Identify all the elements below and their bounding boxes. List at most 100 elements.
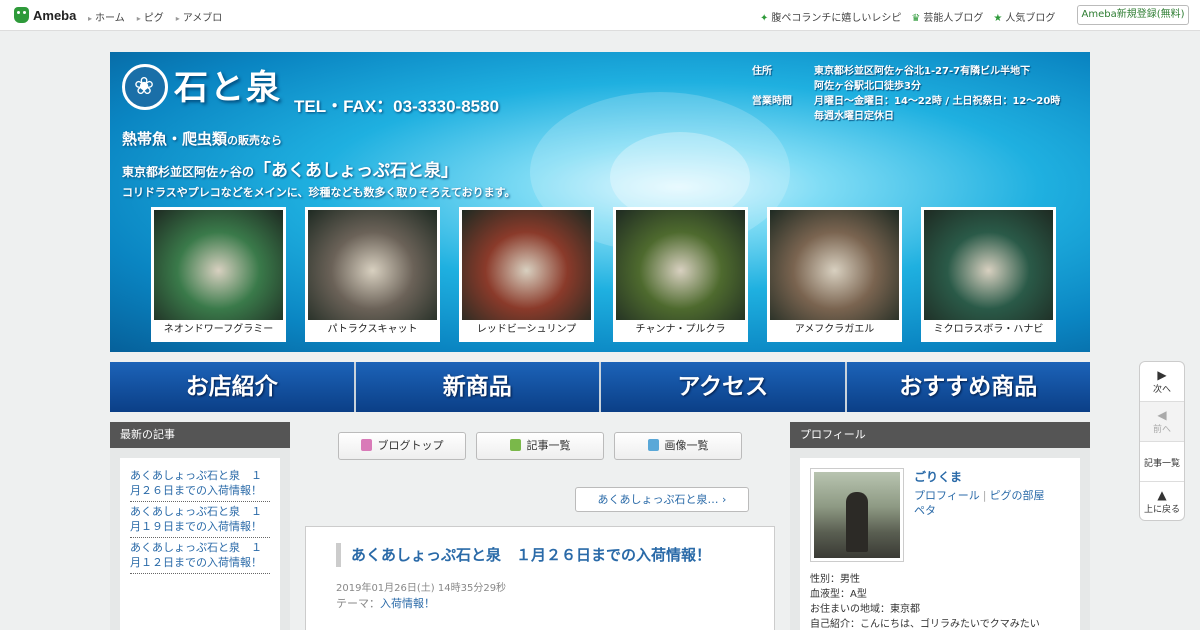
profile-avatar[interactable] [810, 468, 904, 562]
recent-entry-link[interactable]: あくあしょっぷ石と泉 １月１９日までの入荷情報！ [130, 502, 270, 538]
photo-caption: ネオンドワーフグラミー [163, 324, 274, 335]
popular-blog-label: 人気ブログ [1005, 13, 1056, 24]
back-to-top-button[interactable]: ▲ 上に戻る [1140, 482, 1184, 522]
hours-line-2: 毎週水曜日定休日 [814, 111, 894, 122]
nav-shop-intro[interactable]: お店紹介 [110, 362, 354, 412]
signup-button[interactable]: Ameba新規登録(無料) [1077, 5, 1189, 25]
profile-name[interactable]: ごりくま [914, 468, 962, 485]
shrimp-photo [462, 210, 591, 320]
document-icon [360, 439, 372, 451]
recent-entry-link[interactable]: あくあしょっぷ石と泉 １月２６日までの入荷情報！ [130, 466, 270, 502]
photo-card[interactable]: ネオンドワーフグラミー [151, 207, 286, 342]
profile-panel: ごりくま プロフィール | ピグの部屋 ペタ 性別：男性 血液型：A型 お住まいの地… [790, 448, 1090, 630]
recent-entries-panel: あくあしょっぷ石と泉 １月２６日までの入荷情報！ あくあしょっぷ石と泉 １月１９… [110, 448, 290, 630]
photo-card[interactable]: アメフクラガエル [767, 207, 902, 342]
shop-name: 石と泉 [174, 68, 282, 108]
article-theme: テーマ：入荷情報！ [336, 595, 435, 611]
header-links: ✦ 腹ペコランチに嬉しいレシピ ♛ 芸能人ブログ ★ 人気ブログ [760, 9, 1055, 24]
blog-name-button[interactable]: あくあしょっぷ石と泉… › [575, 487, 749, 512]
prev-entry-button[interactable]: ◀ 前へ [1140, 402, 1184, 442]
fish-photo [616, 210, 745, 320]
recipe-link-label: 腹ペコランチに嬉しいレシピ [771, 13, 902, 24]
image-list-button[interactable]: 画像一覧 [614, 432, 742, 460]
play-right-icon: ▶ [1157, 368, 1167, 382]
celebrity-blog-link[interactable]: ♛ 芸能人ブログ [911, 9, 983, 24]
address-line-2: 阿佐ヶ谷駅北口徒歩3分 [814, 81, 921, 92]
profile-link[interactable]: プロフィール [914, 489, 980, 502]
recent-entries-heading: 最新の記事 [110, 422, 290, 448]
camera-icon [647, 439, 659, 451]
profile-heading: プロフィール [790, 422, 1090, 448]
back-to-top-label: 上に戻る [1143, 505, 1180, 515]
address-line-1: 東京都杉並区阿佐ヶ谷北1-27-7有隣ビル半地下 [814, 66, 1031, 77]
pigg-room-link[interactable]: ピグの部屋 [990, 489, 1045, 502]
chevron-right-icon: › [722, 493, 727, 506]
article-title[interactable]: あくあしょっぷ石と泉 １月２６日までの入荷情報！ [336, 543, 711, 567]
profile-intro: 自己紹介：こんにちは、ゴリラみたいでクマみたい [810, 619, 1040, 630]
catch-main-suffix: の販売なら [227, 134, 283, 147]
recipe-link[interactable]: ✦ 腹ペコランチに嬉しいレシピ [760, 9, 901, 24]
nav-pigg-link[interactable]: ピグ [137, 9, 164, 24]
triangle-up-icon: ▲ [1157, 488, 1167, 502]
profile-region: お住まいの地域：東京都 [810, 604, 920, 615]
photo-caption: レッドビーシュリンプ [476, 324, 577, 335]
popular-blog-link[interactable]: ★ 人気ブログ [993, 9, 1055, 24]
blog-tools: ブログトップ 記事一覧 画像一覧 [338, 432, 742, 460]
prev-label: 前へ [1152, 425, 1171, 435]
theme-label: テーマ： [336, 597, 380, 610]
shop-nav: お店紹介 新商品 アクセス おすすめ商品 [110, 362, 1090, 412]
photo-card[interactable]: ミクロラスボラ・ハナビ [921, 207, 1056, 342]
catch-sub: 東京都杉並区阿佐ヶ谷の「あくあしょっぷ石と泉」 [122, 156, 458, 181]
catch-main-text: 熱帯魚・爬虫類 [122, 130, 228, 148]
shop-emblem-icon [122, 64, 168, 110]
catch-sub-prefix: 東京都杉並区阿佐ヶ谷の [122, 165, 255, 179]
photo-card[interactable]: レッドビーシュリンプ [459, 207, 594, 342]
nav-new-items[interactable]: 新商品 [355, 362, 599, 412]
blog-top-label: ブログトップ [377, 439, 444, 452]
hours-line-1: 月曜日～金曜日：14～22時 / 土日祝祭日：12～20時 [814, 96, 1061, 107]
page-nav-float: ▶ 次へ ◀ 前へ 記事一覧 ▲ 上に戻る [1139, 361, 1185, 521]
photo-caption: パトラクスキャット [327, 324, 418, 335]
crown-icon: ♛ [911, 13, 921, 24]
avatar-photo [814, 472, 900, 558]
frog-photo [770, 210, 899, 320]
peta-link[interactable]: ペタ [914, 504, 936, 517]
sparkle-icon: ✦ [760, 13, 769, 24]
celebrity-blog-label: 芸能人ブログ [923, 13, 984, 24]
list-icon [509, 439, 521, 451]
profile-blood-type: 血液型：A型 [810, 589, 867, 600]
photo-caption: ミクロラスボラ・ハナビ [933, 324, 1044, 335]
hours-label: 営業時間 [752, 96, 792, 107]
ameba-header: Ameba ホーム ピグ アメブロ ✦腹ペコランチに嬉しいレシピ ♛芸能人ブログ… [0, 0, 1200, 31]
photo-card[interactable]: チャンナ・プルクラ [613, 207, 748, 342]
nav-ameblo-link[interactable]: アメブロ [176, 9, 223, 24]
theme-link[interactable]: 入荷情報！ [380, 597, 435, 610]
nav-recommended[interactable]: おすすめ商品 [846, 362, 1090, 412]
address-label: 住所 [752, 66, 772, 77]
entry-list-button[interactable]: 記事一覧 [476, 432, 604, 460]
product-photos: ネオンドワーフグラミー パトラクスキャット レッドビーシュリンプ チャンナ・プル… [151, 207, 1056, 342]
recent-entries-list: あくあしょっぷ石と泉 １月２６日までの入荷情報！ あくあしょっぷ石と泉 １月１９… [120, 458, 280, 630]
blog-name-label: あくあしょっぷ石と泉… [597, 493, 719, 506]
ameba-logo-text: Ameba [33, 7, 77, 23]
catch-main: 熱帯魚・爬虫類の販売なら [122, 128, 282, 149]
photo-card[interactable]: パトラクスキャット [305, 207, 440, 342]
entry-list-float-button[interactable]: 記事一覧 [1140, 442, 1184, 482]
star-icon: ★ [993, 13, 1003, 24]
profile-links: プロフィール | ピグの部屋 ペタ [914, 489, 1045, 517]
next-entry-button[interactable]: ▶ 次へ [1140, 362, 1184, 402]
photo-caption: チャンナ・プルクラ [635, 324, 726, 335]
ameba-logo[interactable]: Ameba [14, 7, 76, 23]
entry-list-label: 記事一覧 [526, 439, 571, 452]
next-label: 次へ [1152, 385, 1171, 395]
nav-access[interactable]: アクセス [601, 362, 845, 412]
recent-entry-link[interactable]: あくあしょっぷ石と泉 １月１２日までの入荷情報！ [130, 538, 270, 574]
photo-caption: アメフクラガエル [794, 324, 875, 335]
blog-top-button[interactable]: ブログトップ [338, 432, 466, 460]
catch-desc: コリドラスやプレコなどをメインに、珍種なども数多く取りそろえております。 [122, 186, 516, 199]
article: あくあしょっぷ石と泉 １月２６日までの入荷情報！ 2019年01月26日(土) … [305, 526, 775, 630]
fish-photo [924, 210, 1053, 320]
shop-info: 住所 東京都杉並区阿佐ヶ谷北1-27-7有隣ビル半地下 阿佐ヶ谷駅北口徒歩3分 営… [752, 64, 1060, 124]
nav-home-link[interactable]: ホーム [88, 9, 125, 24]
profile-gender: 性別：男性 [810, 574, 860, 585]
